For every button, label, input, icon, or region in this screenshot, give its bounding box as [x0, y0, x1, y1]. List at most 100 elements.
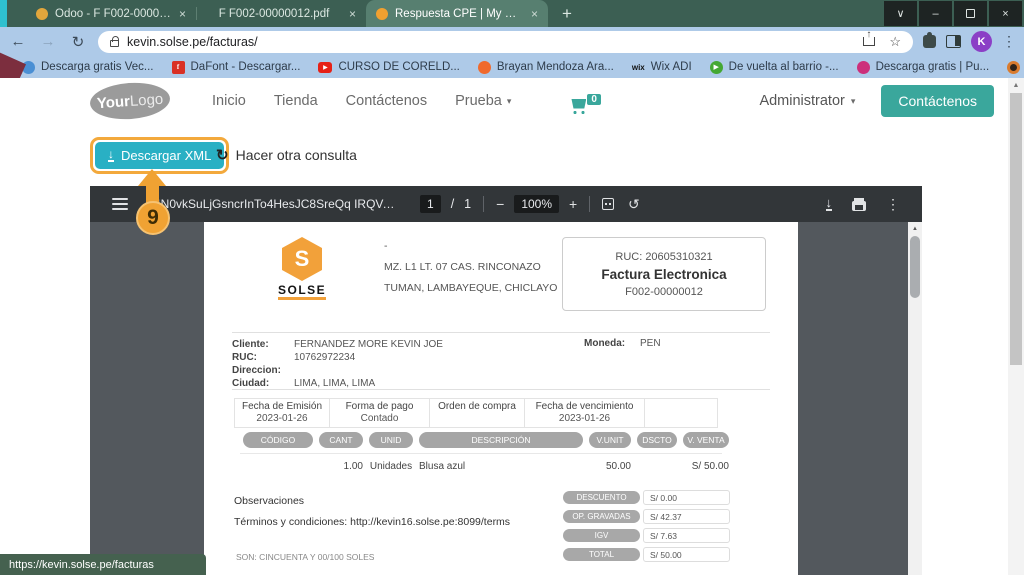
- back-button[interactable]: ←: [8, 33, 28, 50]
- restore-button[interactable]: [954, 1, 987, 26]
- bookmark-item[interactable]: Descarga gratis | Pu...: [857, 61, 990, 74]
- zoom-in-button[interactable]: +: [569, 196, 577, 212]
- download-xml-button[interactable]: ↓ Descargar XML: [95, 142, 224, 169]
- total-value: S/ 0.00: [643, 490, 730, 505]
- bookmark-item[interactable]: ▶ De vuelta al barrio -...: [710, 61, 839, 74]
- page-scrollbar[interactable]: ▲: [1008, 78, 1024, 575]
- download-icon: ↓: [108, 150, 114, 162]
- profile-avatar[interactable]: K: [971, 31, 992, 52]
- bookmark-star-icon[interactable]: ☆: [889, 34, 901, 50]
- logo-text: Logo: [129, 90, 163, 109]
- url-text[interactable]: kevin.solse.pe/facturas/: [127, 35, 855, 49]
- minimize-button[interactable]: –: [919, 1, 952, 26]
- scrollbar-thumb[interactable]: [910, 236, 920, 298]
- pdf-filename: 4N0vkSuLjGsncrInTo4HesJC8SreQq IRQVa1CR8…: [154, 197, 396, 211]
- detail-value: Contado: [334, 413, 425, 425]
- contact-button[interactable]: Contáctenos: [881, 85, 994, 117]
- col-header: CANT: [319, 432, 363, 448]
- client-direccion-label: Direccion:: [232, 364, 294, 377]
- item-v-venta: S/ 50.00: [683, 460, 729, 473]
- bookmark-item[interactable]: Punto de venta Ven...: [1007, 61, 1024, 74]
- total-label: TOTAL: [563, 548, 640, 561]
- totals-section: DESCUENTOS/ 0.00 OP. GRAVADASS/ 42.37 IG…: [563, 490, 730, 562]
- bookmark-label: Descarga gratis Vec...: [41, 61, 154, 73]
- pdf-more-menu-icon[interactable]: ⋮: [886, 196, 900, 213]
- browser-toolbar: ← → ↻ kevin.solse.pe/facturas/ ☆ K ⋮: [0, 27, 1024, 56]
- bookmark-label: Wix ADI: [651, 61, 692, 73]
- divider: [240, 453, 722, 454]
- play-icon: ▶: [710, 61, 723, 74]
- tab-odoo[interactable]: Odoo - F F002-00000012 (Shop/ ×: [26, 0, 196, 27]
- total-label: DESCUENTO: [563, 491, 640, 504]
- bookmark-item[interactable]: ▶ CURSO DE CORELD...: [318, 61, 459, 73]
- new-query-button[interactable]: ↻ Hacer otra consulta: [216, 146, 357, 164]
- logo-text: Your: [96, 93, 130, 112]
- company-address: - MZ. L1 LT. 07 CAS. RINCONAZO TUMAN, LA…: [384, 236, 557, 299]
- print-button[interactable]: [852, 201, 866, 211]
- cart-button[interactable]: 0: [571, 94, 601, 109]
- caret-down-icon: ▾: [851, 96, 856, 107]
- tab-title: Odoo - F F002-00000012 (Shop/: [55, 8, 172, 20]
- tab-title: Respuesta CPE | My Website: [395, 8, 524, 20]
- pdf-menu-icon[interactable]: [112, 198, 128, 210]
- detail-header: Fecha de Emisión: [239, 401, 325, 413]
- nav-inicio[interactable]: Inicio: [212, 93, 246, 109]
- nav-prueba-dropdown[interactable]: Prueba ▾: [455, 93, 511, 109]
- moneda-label: Moneda:: [584, 338, 640, 349]
- bookmark-item[interactable]: Brayan Mendoza Ara...: [478, 61, 614, 74]
- client-ciudad: LIMA, LIMA, LIMA: [294, 377, 375, 390]
- download-xml-label: Descargar XML: [121, 148, 211, 163]
- close-window-button[interactable]: ×: [989, 1, 1022, 26]
- bookmark-item[interactable]: f DaFont - Descargar...: [172, 61, 301, 74]
- total-label: OP. GRAVADAS: [563, 510, 640, 523]
- extensions-icon[interactable]: [923, 35, 936, 48]
- zoom-level-input[interactable]: 100%: [514, 195, 559, 213]
- item-codigo: [243, 460, 313, 473]
- caret-down-icon: ▾: [507, 96, 512, 107]
- tab-search-button[interactable]: ∨: [884, 1, 917, 26]
- user-menu-administrator[interactable]: Administrator ▾: [759, 93, 855, 109]
- cart-count-badge: 0: [587, 94, 601, 105]
- tab-respuesta-cpe-active[interactable]: Respuesta CPE | My Website ×: [366, 0, 548, 27]
- fit-to-page-button[interactable]: [602, 198, 614, 210]
- refresh-icon: ↻: [216, 146, 229, 164]
- address-bar[interactable]: kevin.solse.pe/facturas/ ☆: [98, 31, 913, 53]
- page-number-input[interactable]: 1: [420, 195, 441, 213]
- scroll-up-icon[interactable]: ▲: [1008, 78, 1024, 92]
- scrollbar-thumb[interactable]: [1010, 93, 1022, 365]
- rotate-button[interactable]: ↻: [628, 196, 640, 213]
- address-line: TUMAN, LAMBAYEQUE, CHICLAYO: [384, 278, 557, 299]
- item-descripcion: Blusa azul: [419, 460, 583, 473]
- scroll-up-icon[interactable]: ▲: [908, 222, 922, 235]
- close-tab-icon[interactable]: ×: [531, 7, 538, 21]
- bookmark-item[interactable]: wix Wix ADI: [632, 61, 692, 74]
- col-header: DSCTO: [637, 432, 677, 448]
- tab-title: F F002-00000012.pdf: [206, 8, 342, 20]
- cart-wheels-icon: [573, 111, 585, 114]
- nav-tienda[interactable]: Tienda: [274, 93, 318, 109]
- zoom-out-button[interactable]: −: [496, 196, 504, 212]
- youtube-icon: ▶: [318, 62, 332, 73]
- new-tab-button[interactable]: +: [548, 0, 586, 27]
- browser-menu-icon[interactable]: ⋮: [1002, 33, 1016, 50]
- nav-contactenos[interactable]: Contáctenos: [346, 93, 427, 109]
- site-logo[interactable]: YourLogo: [89, 80, 171, 121]
- share-icon[interactable]: [863, 37, 875, 46]
- detail-value: 2023-01-26: [529, 413, 640, 425]
- forward-button[interactable]: →: [38, 33, 58, 50]
- logo-underline: [278, 297, 326, 300]
- pdf-download-button[interactable]: ↓: [826, 198, 833, 211]
- close-tab-icon[interactable]: ×: [349, 7, 356, 21]
- pdf-scrollbar[interactable]: ▲: [908, 222, 922, 575]
- tab-pdf[interactable]: F F002-00000012.pdf ×: [196, 0, 366, 27]
- bookmark-favicon-icon: [478, 61, 491, 74]
- reload-button[interactable]: ↻: [68, 33, 88, 51]
- address-line: MZ. L1 LT. 07 CAS. RINCONAZO: [384, 257, 557, 278]
- bookmark-item[interactable]: Descarga gratis Vec...: [22, 61, 154, 74]
- close-icon: ×: [1002, 8, 1008, 20]
- side-panel-icon[interactable]: [946, 35, 961, 48]
- bookmark-label: De vuelta al barrio -...: [729, 61, 839, 73]
- main-nav: Inicio Tienda Contáctenos Prueba ▾ 0: [212, 93, 601, 109]
- close-tab-icon[interactable]: ×: [179, 7, 186, 21]
- divider: [483, 196, 484, 212]
